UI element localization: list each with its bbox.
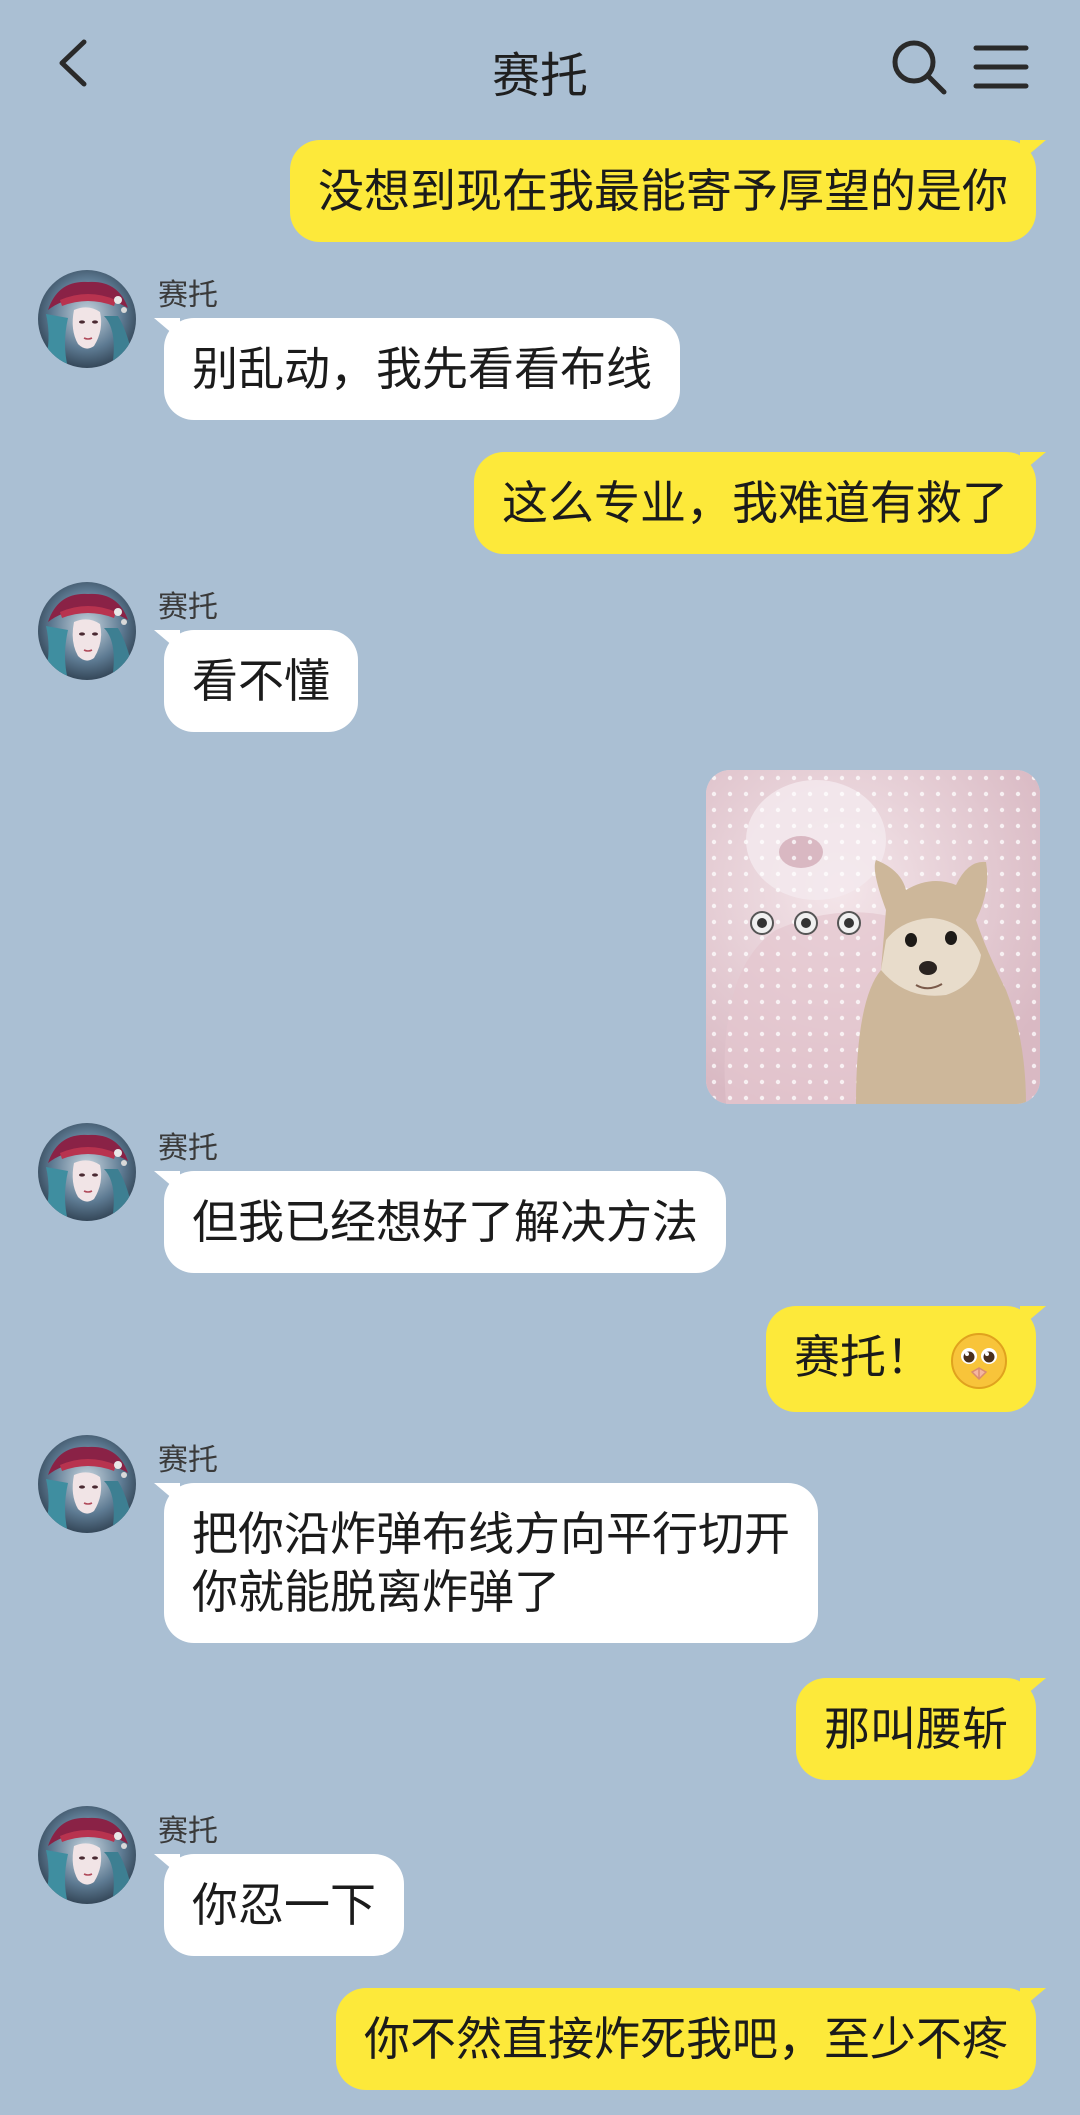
dog-meme-sticker[interactable] — [706, 770, 1040, 1104]
message-bubble[interactable]: 你不然直接炸死我吧，至少不疼 — [336, 1988, 1046, 2090]
pleading-face-emoji — [951, 1332, 1007, 1389]
search-icon[interactable] — [888, 36, 950, 98]
chat-header: 赛托 — [0, 0, 1080, 140]
message-outgoing: 你不然直接炸死我吧，至少不疼 — [336, 1988, 1046, 2090]
contact-avatar[interactable] — [38, 1435, 136, 1533]
sender-name: 赛托 — [158, 1443, 218, 1478]
message-incoming: 赛托 别乱动，我先看看布线 — [38, 270, 1038, 440]
menu-icon[interactable] — [972, 40, 1030, 94]
message-incoming: 赛托 把你沿炸弹布线方向平行切开 你就能脱离炸弹了 — [38, 1435, 1038, 1665]
message-bubble[interactable]: 赛托！ — [766, 1306, 1046, 1412]
contact-avatar[interactable] — [38, 270, 136, 368]
contact-avatar[interactable] — [38, 582, 136, 680]
message-bubble[interactable]: 但我已经想好了解决方法 — [154, 1171, 726, 1273]
message-bubble[interactable]: 这么专业，我难道有救了 — [474, 452, 1046, 554]
message-bubble[interactable]: 那叫腰斩 — [796, 1678, 1046, 1780]
message-bubble[interactable]: 你忍一下 — [154, 1854, 404, 1956]
contact-avatar[interactable] — [38, 1806, 136, 1904]
message-bubble[interactable]: 没想到现在我最能寄予厚望的是你 — [290, 140, 1046, 242]
contact-avatar[interactable] — [38, 1123, 136, 1221]
message-bubble[interactable]: 把你沿炸弹布线方向平行切开 你就能脱离炸弹了 — [154, 1483, 818, 1643]
sender-name: 赛托 — [158, 1131, 218, 1166]
sender-name: 赛托 — [158, 1814, 218, 1849]
message-outgoing: 这么专业，我难道有救了 — [474, 452, 1046, 554]
message-incoming: 赛托 你忍一下 — [38, 1806, 1038, 1976]
message-outgoing: 没想到现在我最能寄予厚望的是你 — [290, 140, 1046, 242]
sender-name: 赛托 — [158, 278, 218, 313]
message-incoming: 赛托 但我已经想好了解决方法 — [38, 1123, 1038, 1293]
message-outgoing: 那叫腰斩 — [796, 1678, 1046, 1780]
message-text: 赛托！ — [794, 1330, 932, 1384]
message-bubble[interactable]: 别乱动，我先看看布线 — [154, 318, 680, 420]
sender-name: 赛托 — [158, 590, 218, 625]
message-outgoing: 赛托！ — [766, 1306, 1046, 1412]
message-incoming: 赛托 看不懂 — [38, 582, 1038, 752]
message-bubble[interactable]: 看不懂 — [154, 630, 358, 732]
